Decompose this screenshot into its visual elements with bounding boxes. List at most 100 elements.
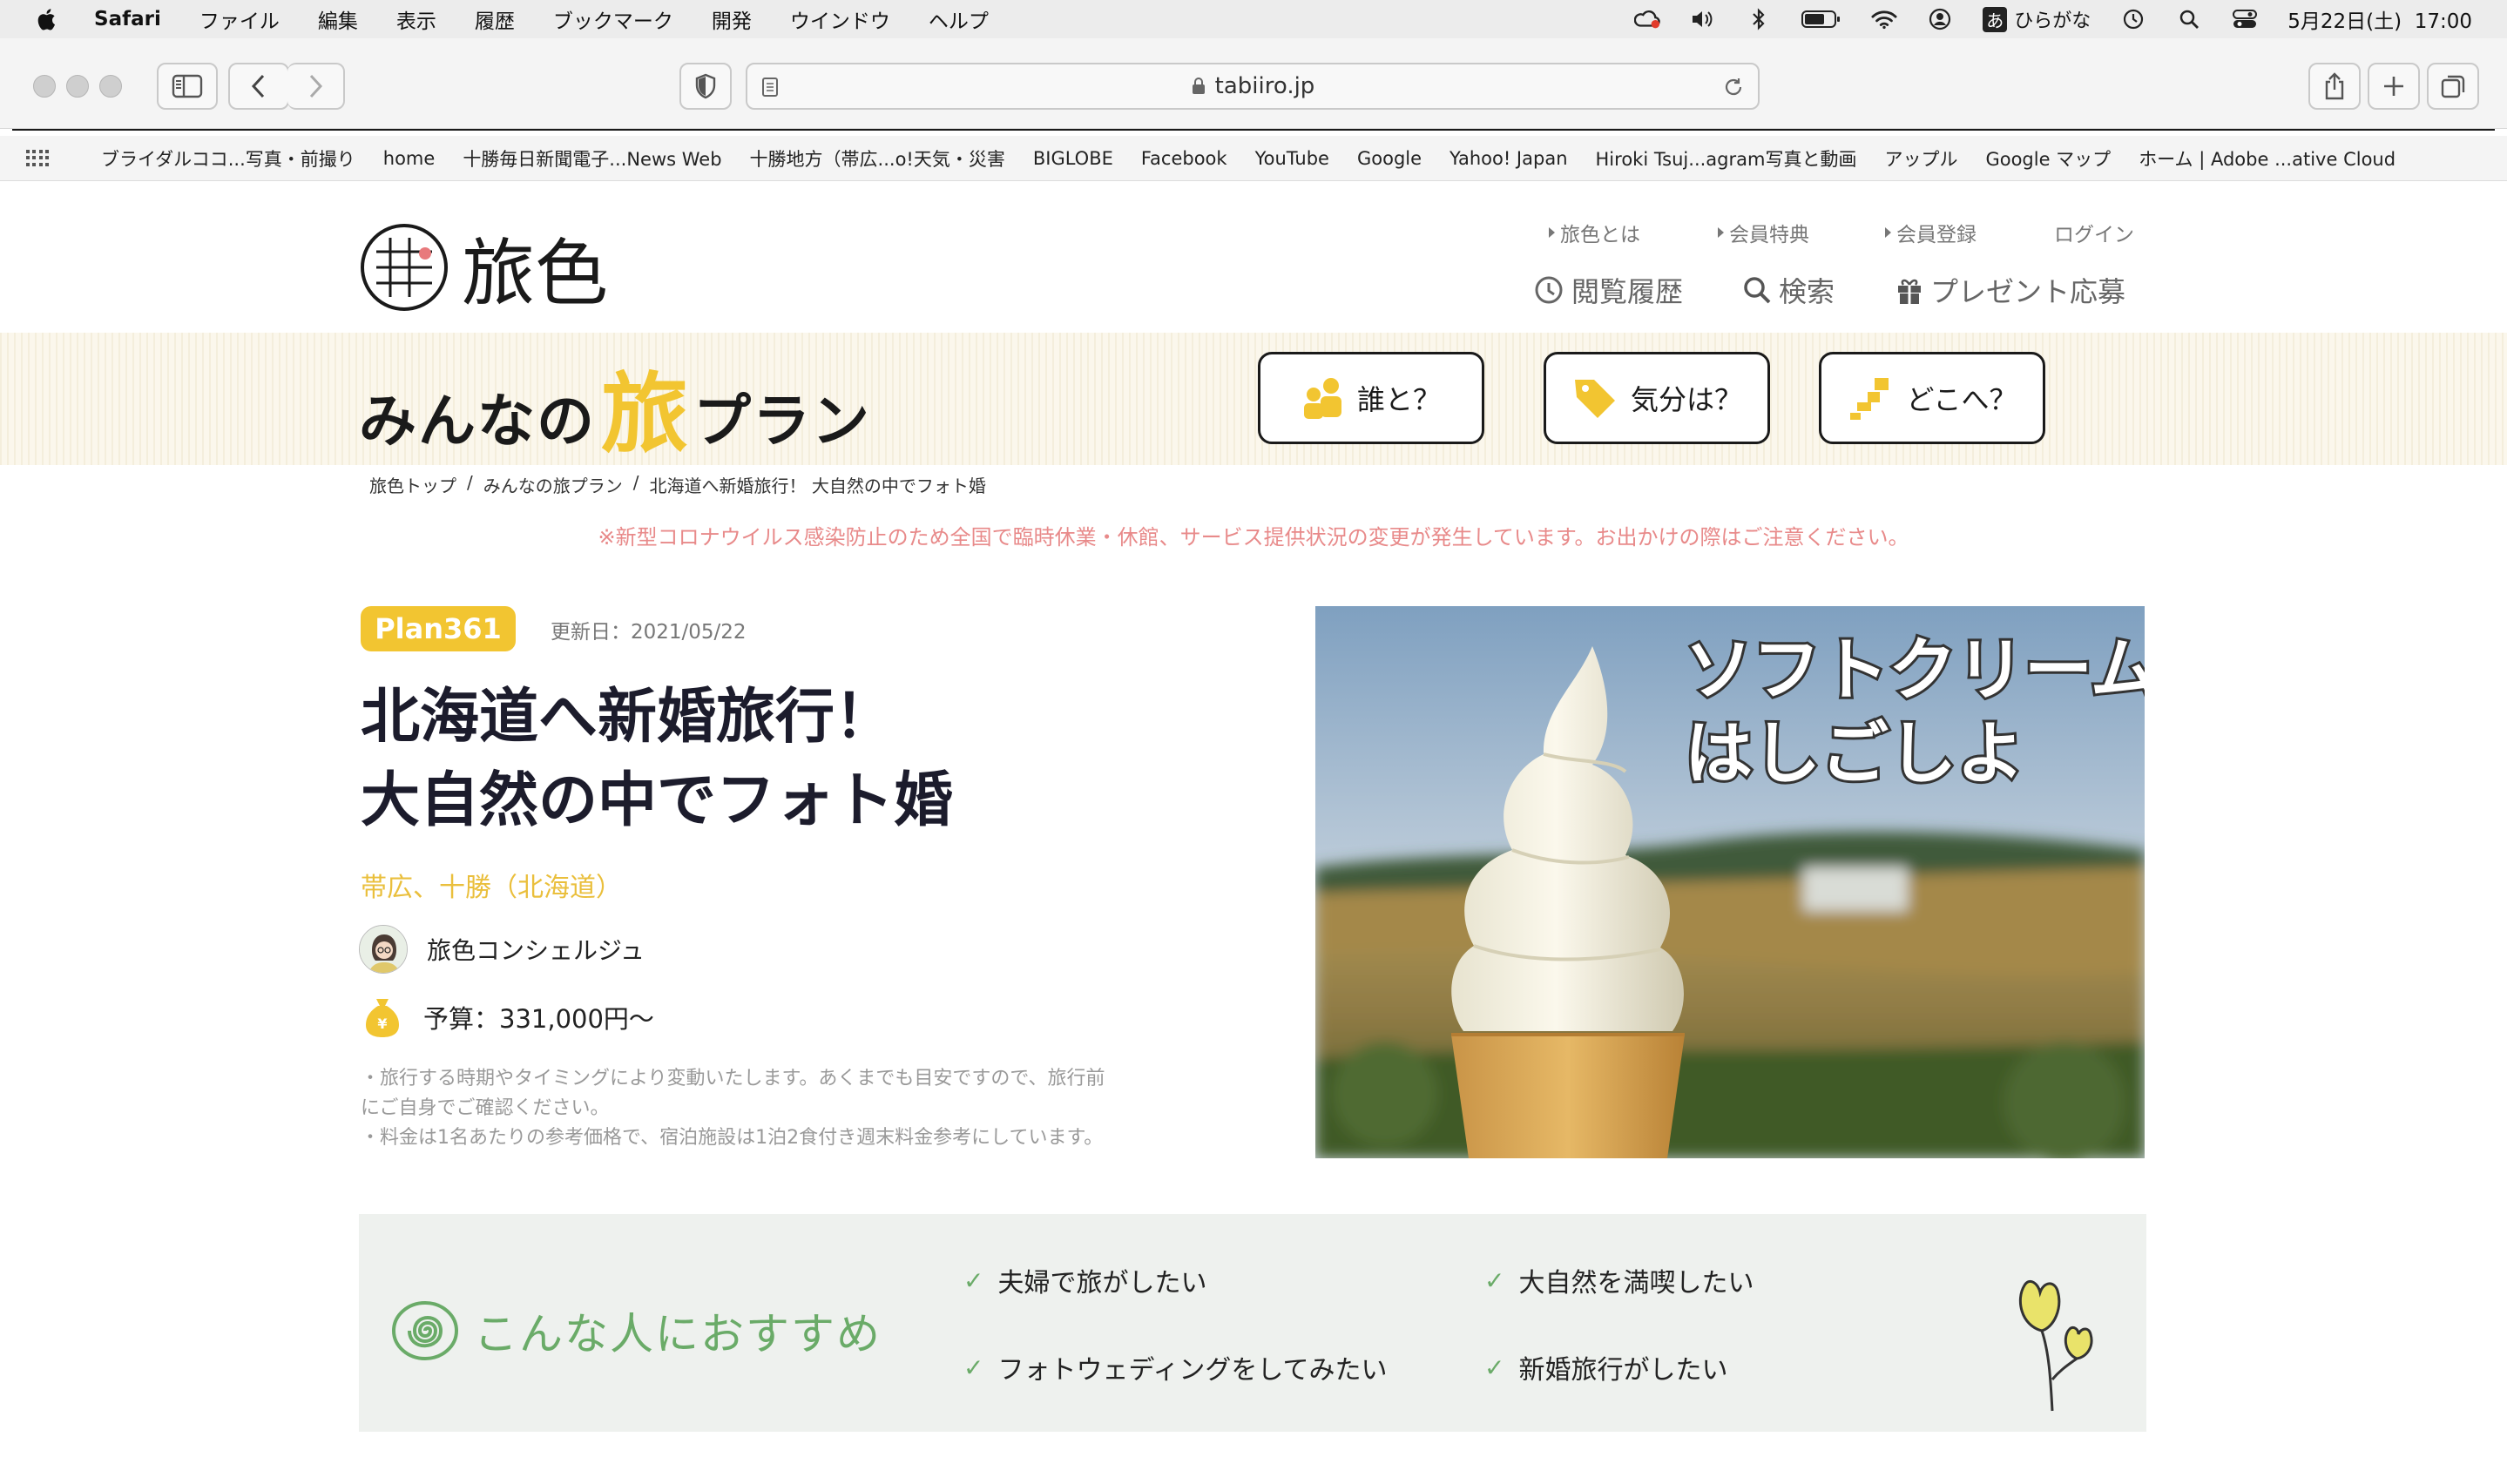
tab-overview-button[interactable] [2427,63,2479,110]
recommend-item: ✓ 夫婦で旅がしたい [963,1261,1206,1299]
recommend-item: ✓ 新婚旅行がしたい [1484,1348,1727,1386]
budget-note-line: にご自身でご確認ください。 [361,1097,610,1119]
link-about-label: 旅色とは [1560,224,1640,246]
menu-develop[interactable]: 開発 [712,4,752,34]
apple-icon[interactable] [37,7,59,31]
updated-date: 更新日：2021/05/22 [551,621,747,644]
bookmark-item[interactable]: BIGLOBE [1033,148,1113,169]
check-icon: ✓ [1484,1265,1505,1295]
filter-where-button[interactable]: どこへ？ [1819,352,2045,444]
control-center-icon[interactable] [2232,8,2258,30]
address-bar[interactable]: tabiiro.jp [746,63,1760,110]
menu-history[interactable]: 履歴 [475,4,515,34]
hero-caption-line-1: ソフトクリーム [1685,631,2145,710]
back-button[interactable] [228,63,289,110]
breadcrumb-plans[interactable]: みんなの旅プラン [483,472,623,497]
wifi-icon[interactable] [1871,8,1897,30]
filter-mood-button[interactable]: 気分は？ [1544,352,1770,444]
menu-help[interactable]: ヘルプ [929,4,989,34]
macos-menu-bar: Safari ファイル 編集 表示 履歴 ブックマーク 開発 ウインドウ ヘルプ… [0,0,2507,38]
nav-present[interactable]: プレゼント応募 [1895,270,2125,310]
menu-file[interactable]: ファイル [199,4,280,34]
sidebar-toggle-button[interactable] [157,63,218,110]
bookmark-item[interactable]: Google [1357,148,1422,169]
link-member-benefits[interactable]: 会員特典 [1718,218,1809,247]
browser-toolbar: tabiiro.jp [0,38,2507,131]
shield-icon [695,73,716,99]
breadcrumb-separator: / [467,472,473,493]
plan-author[interactable]: 旅色コンシェルジュ [359,925,645,974]
spotlight-search-icon[interactable] [2176,8,2202,30]
bluetooth-icon[interactable] [1746,8,1772,30]
recommend-item-text: 大自然を満喫したい [1518,1268,1754,1298]
check-icon: ✓ [963,1352,984,1382]
link-register[interactable]: 会員登録 [1885,218,1977,247]
site-logo[interactable]: 旅色 [359,219,624,316]
link-login[interactable]: ログイン [2054,218,2134,247]
filter-who-button[interactable]: 誰と？ [1258,352,1484,444]
nav-history[interactable]: 閲覧履歴 [1533,270,1683,310]
bookmark-item[interactable]: Hiroki Tsuj...agram写真と動画 [1596,145,1857,172]
nav-present-label: プレゼント応募 [1930,275,2126,308]
bookmark-item[interactable]: YouTube [1255,148,1329,169]
menu-view[interactable]: 表示 [396,4,436,34]
window-close-button[interactable] [33,75,56,98]
link-about[interactable]: 旅色とは [1549,218,1640,247]
svg-text:¥: ¥ [377,1015,387,1032]
input-method-indicator[interactable]: あ ひらがな [1983,6,2091,32]
user-account-icon[interactable] [1927,8,1953,30]
nav-search-label: 検索 [1779,275,1835,308]
menu-clock[interactable]: 5月22日(土) 17:00 [2287,4,2472,34]
recommend-item-text: 新婚旅行がしたい [1518,1355,1728,1386]
reader-mode-icon[interactable] [761,77,779,98]
recommend-title: こんな人におすすめ [390,1296,882,1366]
covid-notice: ※新型コロナウイルス感染防止のため全国で臨時休業・休館、サービス提供状況の変更が… [598,525,1909,550]
menu-bookmarks[interactable]: ブックマーク [553,4,673,34]
bookmark-item[interactable]: Facebook [1141,148,1227,169]
band-title-part-3: プラン [693,388,871,455]
input-mode-badge: あ [1983,6,2008,32]
bookmark-item[interactable]: 十勝地方（帯広...o!天気・災害 [750,145,1005,172]
hero-image: ソフトクリーム はしごしよ [1315,606,2145,1158]
people-icon [1303,378,1341,419]
tabs-icon [2441,75,2465,98]
window-zoom-button[interactable] [99,75,122,98]
avatar [359,925,408,974]
recommend-item-text: 夫婦で旅がしたい [997,1268,1207,1298]
url-text: tabiiro.jp [1214,73,1315,99]
share-button[interactable] [2308,63,2361,110]
author-name: 旅色コンシェルジュ [427,936,645,965]
recommend-item: ✓ フォトウェディングをしてみたい [963,1348,1387,1386]
breadcrumb: 旅色トップ / みんなの旅プラン / 北海道へ新婚旅行！ 大自然の中でフォト婚 [369,472,986,497]
bookmark-item[interactable]: 十勝毎日新聞電子...News Web [463,145,721,172]
nav-search[interactable]: 検索 [1742,270,1835,310]
plan-number-badge: Plan361 [361,606,516,651]
menu-app-name[interactable]: Safari [94,8,161,30]
plan-area[interactable]: 帯広、十勝（北海道） [361,866,622,904]
time-machine-icon[interactable] [2120,8,2146,30]
recommend-title-text: こんな人におすすめ [474,1309,882,1359]
menu-window[interactable]: ウインドウ [790,4,890,34]
bookmark-item[interactable]: アップル [1884,145,1957,172]
bookmarks-grid-icon[interactable] [26,149,49,167]
breadcrumb-top[interactable]: 旅色トップ [369,472,456,497]
bookmark-item[interactable]: home [383,148,436,169]
new-tab-button[interactable] [2368,63,2420,110]
nav-history-label: 閲覧履歴 [1571,275,1684,308]
battery-icon[interactable] [1801,8,1841,30]
gift-icon [1898,279,1921,304]
creative-cloud-icon[interactable] [1634,8,1660,30]
volume-icon[interactable] [1690,8,1716,30]
forward-button[interactable] [287,63,345,110]
menu-edit[interactable]: 編集 [318,4,358,34]
share-icon [2325,72,2344,100]
budget-note-line: ・旅行する時期やタイミングにより変動いたします。あくまでも目安ですので、旅行前 [361,1068,1105,1089]
privacy-report-button[interactable] [679,63,732,110]
window-minimize-button[interactable] [66,75,89,98]
bookmark-item[interactable]: Yahoo! Japan [1449,148,1567,169]
input-mode-label: ひらがな [2014,10,2091,32]
reload-icon[interactable] [1723,77,1744,98]
bookmark-item[interactable]: ブライダルココ...写真・前撮り [101,145,355,172]
bookmark-item[interactable]: Google マップ [1985,145,2111,172]
bookmark-item[interactable]: ホーム | Adobe ...ative Cloud [2139,145,2396,172]
